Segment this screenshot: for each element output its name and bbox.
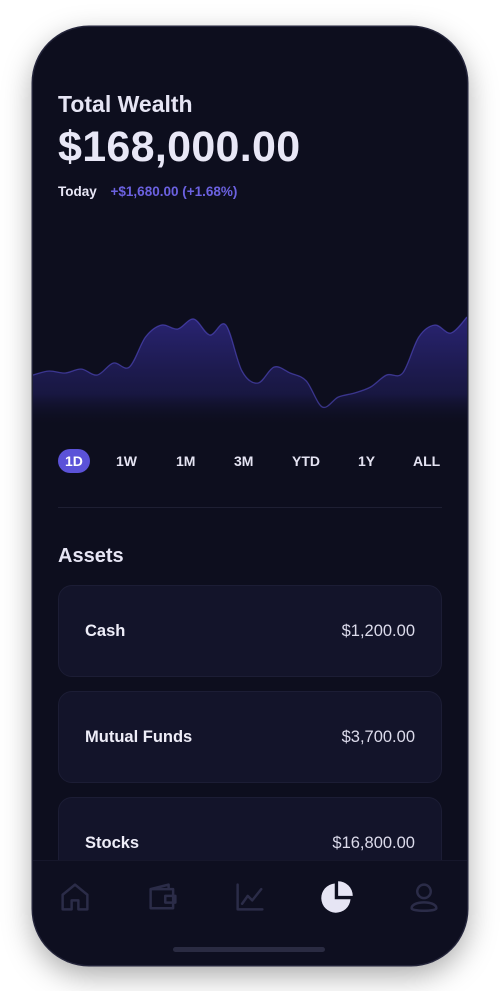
range-3m[interactable]: 3M: [234, 449, 253, 473]
asset-value: $1,200.00: [341, 622, 415, 640]
pie-chart-icon: [321, 881, 353, 913]
tab-profile[interactable]: [406, 879, 442, 915]
wallet-icon: [149, 883, 177, 910]
phone-screen: Total Wealth $168,000.00 Today +$1,680.0…: [33, 27, 467, 965]
asset-value: $3,700.00: [341, 728, 415, 746]
home-indicator: [173, 947, 325, 952]
tab-wallet[interactable]: [145, 879, 181, 915]
range-1w[interactable]: 1W: [116, 449, 137, 473]
assets-heading: Assets: [58, 545, 124, 567]
asset-value: $16,800.00: [332, 834, 415, 852]
range-1m[interactable]: 1M: [176, 449, 195, 473]
bottom-tab-bar: [33, 860, 467, 965]
tab-analytics[interactable]: [232, 879, 268, 915]
asset-name: Stocks: [85, 834, 140, 852]
total-wealth-amount: $168,000.00: [58, 123, 301, 171]
divider: [58, 507, 442, 508]
asset-card-cash[interactable]: Cash $1,200.00: [58, 585, 442, 677]
tab-home[interactable]: [57, 879, 93, 915]
range-ytd[interactable]: YTD: [292, 449, 320, 473]
range-1y[interactable]: 1Y: [358, 449, 375, 473]
asset-card-mutual-funds[interactable]: Mutual Funds $3,700.00: [58, 691, 442, 783]
asset-name: Cash: [85, 622, 126, 640]
tab-portfolio[interactable]: [319, 879, 355, 915]
range-all[interactable]: ALL: [413, 449, 440, 473]
profile-icon: [410, 883, 438, 913]
chart-icon: [236, 883, 264, 911]
asset-name: Mutual Funds: [85, 728, 193, 746]
home-icon: [61, 883, 89, 911]
range-1d[interactable]: 1D: [58, 449, 90, 473]
wealth-chart: [33, 316, 467, 427]
chart-area-fill: [33, 317, 467, 427]
time-range-selector: 1D 1W 1M 3M YTD 1Y ALL: [58, 449, 442, 473]
page-title: Total Wealth: [58, 91, 193, 117]
